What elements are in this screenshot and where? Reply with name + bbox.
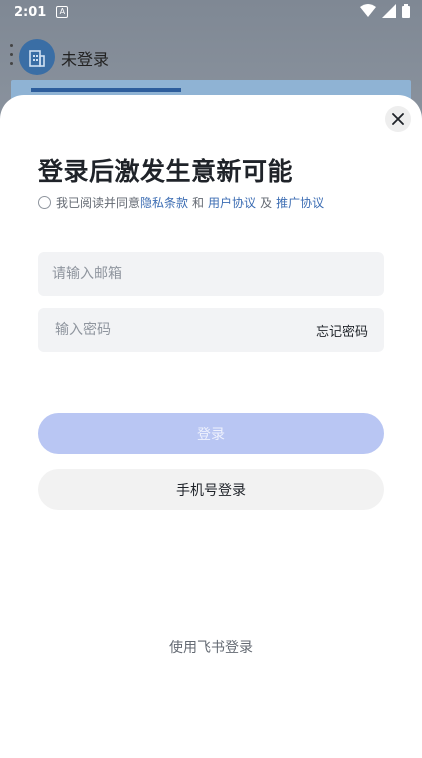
agreement-also: 及 <box>260 196 273 210</box>
password-field[interactable] <box>53 321 297 339</box>
agreement-row: 我已阅读并同意 隐私条款 和 用户协议 及 推广协议 <box>38 194 324 211</box>
user-agreement-link[interactable]: 用户协议 <box>208 194 256 211</box>
close-button[interactable] <box>385 106 411 132</box>
login-button[interactable]: 登录 <box>38 413 384 454</box>
email-field[interactable] <box>50 265 294 283</box>
app-notification-icon: A <box>56 6 69 18</box>
page-title: 未登录 <box>61 50 110 69</box>
status-icons <box>360 4 410 18</box>
wifi-icon <box>360 4 376 17</box>
battery-icon <box>402 4 410 18</box>
forgot-password-link[interactable]: 忘记密码 <box>316 321 368 340</box>
promotion-agreement-link[interactable]: 推广协议 <box>276 194 324 211</box>
feishu-login-link[interactable]: 使用飞书登录 <box>0 637 422 657</box>
privacy-link[interactable]: 隐私条款 <box>140 194 188 211</box>
building-icon <box>29 50 45 67</box>
avatar <box>19 39 55 75</box>
email-field-container <box>38 252 384 296</box>
phone-login-button[interactable]: 手机号登录 <box>38 469 384 510</box>
signal-icon <box>382 4 396 18</box>
more-menu-icon <box>10 44 14 70</box>
agreement-checkbox[interactable] <box>38 196 51 209</box>
password-field-container: 忘记密码 <box>38 308 384 352</box>
status-time: 2:01 <box>14 4 47 20</box>
login-heading: 登录后激发生意新可能 <box>38 157 294 186</box>
close-icon <box>392 113 404 125</box>
status-bar: 2:01 A <box>0 0 422 24</box>
agreement-prefix: 我已阅读并同意 <box>56 196 141 210</box>
agreement-and: 和 <box>192 196 205 210</box>
